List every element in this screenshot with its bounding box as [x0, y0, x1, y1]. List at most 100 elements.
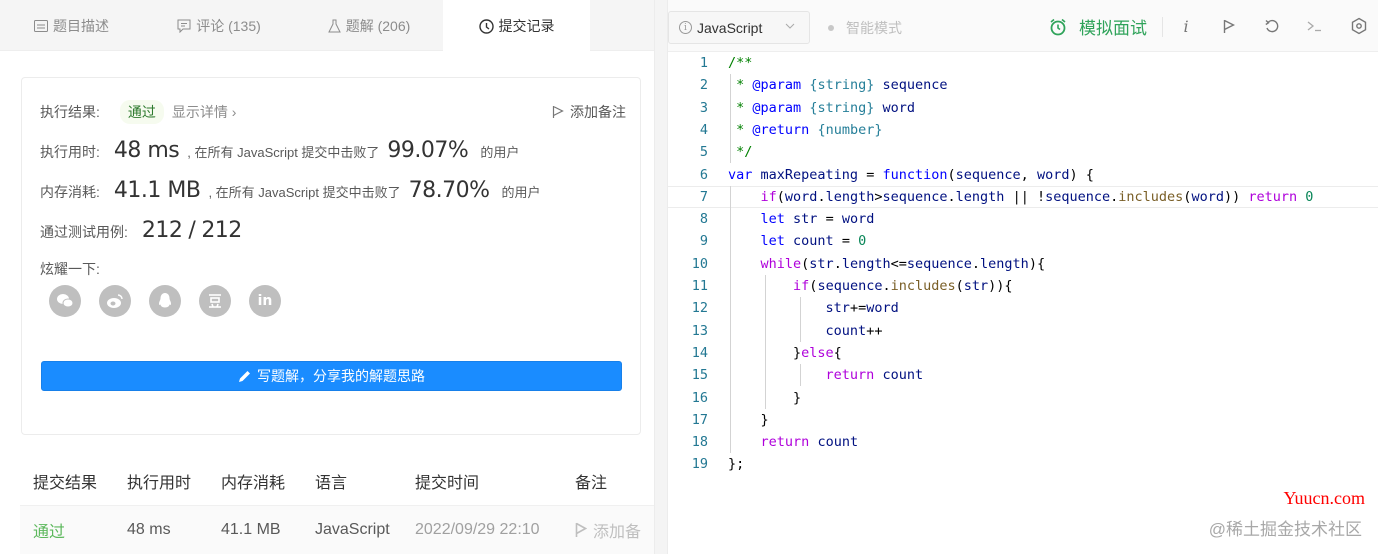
- runtime-row: 执行用时: 48 ms , 在所有 JavaScript 提交中击败了 99.0…: [40, 138, 519, 163]
- indent-guide: [800, 297, 801, 342]
- code-text: if(sequence.includes(str)){: [793, 278, 1013, 294]
- add-note-button[interactable]: 添加备注: [552, 102, 626, 122]
- tab-bar: 题目描述 评论 (135) 题解 (206) 提交记录: [0, 0, 654, 52]
- col-runtime[interactable]: 执行用时: [114, 469, 208, 493]
- runtime-percent: 99.07%: [387, 138, 469, 163]
- flag-icon: [575, 522, 587, 537]
- col-time[interactable]: 提交时间: [402, 469, 562, 493]
- code-text: };: [728, 456, 745, 473]
- code-line[interactable]: 11 if(sequence.includes(str)){: [668, 275, 1378, 297]
- code-text: }: [728, 411, 769, 428]
- line-number: 2: [699, 77, 708, 94]
- weibo-icon[interactable]: [99, 285, 131, 317]
- line-number: 18: [691, 434, 708, 451]
- indent-guide: [730, 185, 731, 454]
- tab-label: 提交记录: [498, 18, 555, 34]
- douban-icon[interactable]: [199, 285, 231, 317]
- mock-interview-label: 模拟面试: [1079, 19, 1147, 38]
- col-result[interactable]: 提交结果: [20, 469, 114, 493]
- row-result[interactable]: 通过: [20, 518, 114, 542]
- tab-solutions[interactable]: 题解 (206): [295, 0, 443, 51]
- linkedin-icon[interactable]: in: [249, 285, 281, 317]
- info-icon[interactable]: i: [1175, 15, 1197, 37]
- panel-resize-handle[interactable]: [654, 0, 668, 554]
- line-number: 5: [699, 144, 708, 161]
- watermark-community: @稀土掘金技术社区: [1208, 520, 1362, 539]
- col-memory[interactable]: 内存消耗: [208, 469, 302, 493]
- code-line[interactable]: 8 let str = word: [668, 208, 1378, 230]
- settings-icon[interactable]: [1348, 15, 1370, 37]
- memory-text: , 在所有 JavaScript 提交中击败了: [208, 185, 401, 200]
- code-line[interactable]: 17 }: [668, 409, 1378, 431]
- tab-comments[interactable]: 评论 (135): [143, 0, 295, 51]
- wechat-icon[interactable]: [49, 285, 81, 317]
- table-row[interactable]: 通过 48 ms 41.1 MB JavaScript 2022/09/29 2…: [20, 506, 654, 554]
- memory-label: 内存消耗:: [40, 184, 100, 200]
- code-text: if(word.length>sequence.length || !seque…: [760, 188, 1314, 205]
- code-line[interactable]: 5 */: [668, 141, 1378, 163]
- clock-icon: [478, 18, 494, 34]
- language-value: JavaScript: [697, 19, 763, 36]
- code-text: str+=word: [825, 300, 899, 317]
- row-time: 2022/09/29 22:10: [415, 521, 540, 538]
- line-number: 8: [699, 211, 708, 228]
- language-select[interactable]: i JavaScript: [668, 11, 810, 44]
- runtime-text: , 在所有 JavaScript 提交中击败了: [187, 145, 380, 160]
- line-number: 14: [691, 344, 708, 361]
- code-line[interactable]: 19};: [668, 453, 1378, 475]
- code-line[interactable]: 13 count++: [668, 320, 1378, 342]
- result-row: 执行结果: 通过 显示详情 ›: [40, 100, 236, 124]
- code-line[interactable]: 18 return count: [668, 431, 1378, 453]
- tab-label: 题目描述: [53, 17, 109, 34]
- code-text: count++: [825, 322, 883, 339]
- code-line[interactable]: 3 * @param {string} word: [668, 97, 1378, 119]
- code-line[interactable]: 4 * @return {number}: [668, 119, 1378, 141]
- code-line[interactable]: 12 str+=word: [668, 297, 1378, 319]
- chevron-down-icon: [785, 20, 795, 32]
- show-details-link[interactable]: 显示详情 ›: [172, 102, 237, 122]
- testcases-passed: 212: [141, 218, 183, 243]
- col-note: 备注: [575, 474, 608, 492]
- code-line[interactable]: 1 /**: [668, 52, 1378, 74]
- code-text: var maxRepeating = function(sequence, wo…: [728, 166, 1094, 183]
- qq-icon[interactable]: [149, 285, 181, 317]
- row-add-note[interactable]: 添加备: [562, 518, 654, 542]
- runtime-label: 执行用时:: [40, 144, 100, 160]
- app-root: 题目描述 评论 (135) 题解 (206) 提交记录 执行结果: 通过 显示详…: [0, 0, 1378, 554]
- testcases-label: 通过测试用例:: [40, 224, 128, 240]
- terminal-icon[interactable]: [1304, 15, 1326, 37]
- alarm-clock-icon: [1050, 18, 1066, 35]
- code-line[interactable]: 16 }: [668, 387, 1378, 409]
- flag-icon[interactable]: [1218, 15, 1240, 37]
- tab-submissions[interactable]: 提交记录: [443, 0, 590, 52]
- col-language[interactable]: 语言: [302, 469, 402, 493]
- code-line[interactable]: 15 return count: [668, 364, 1378, 386]
- code-text: * @param {string} sequence: [728, 77, 948, 94]
- row-runtime: 48 ms: [127, 521, 171, 538]
- code-line[interactable]: 9 let count = 0: [668, 230, 1378, 252]
- line-number: 1: [699, 55, 708, 71]
- info-circle-icon: i: [679, 21, 692, 34]
- tab-description[interactable]: 题目描述: [0, 0, 143, 51]
- code-line[interactable]: 7 if(word.length>sequence.length || !seq…: [668, 185, 1378, 208]
- watermark-site: Yuucn.com: [1283, 488, 1365, 508]
- flask-icon: [327, 19, 341, 33]
- memory-suffix: 的用户: [501, 185, 541, 200]
- code-text: let count = 0: [760, 233, 867, 250]
- mock-interview-button[interactable]: 模拟面试: [1049, 14, 1147, 39]
- reset-icon[interactable]: [1261, 15, 1283, 37]
- line-number: 6: [699, 166, 708, 183]
- result-card: 执行结果: 通过 显示详情 › 添加备注 执行用时: 48 ms , 在所有 J…: [21, 77, 641, 435]
- code-line[interactable]: 10 while(str.length<=sequence.length){: [668, 253, 1378, 275]
- testcases-row: 通过测试用例: 212 / 212: [40, 218, 242, 243]
- code-line[interactable]: 6 var maxRepeating = function(sequence, w…: [668, 164, 1378, 186]
- smart-mode-toggle[interactable]: 智能模式: [828, 18, 902, 38]
- smart-mode-label: 智能模式: [846, 20, 902, 36]
- pencil-icon: [239, 370, 250, 382]
- row-language: JavaScript: [315, 521, 390, 538]
- write-solution-button[interactable]: 写题解，分享我的解题思路: [41, 361, 622, 391]
- code-editor[interactable]: 1/** 2 * @param {string} sequence 3 * @par…: [668, 52, 1378, 482]
- code-text: /**: [728, 55, 753, 71]
- code-line[interactable]: 2 * @param {string} sequence: [668, 74, 1378, 96]
- code-line[interactable]: 14 }else{: [668, 342, 1378, 364]
